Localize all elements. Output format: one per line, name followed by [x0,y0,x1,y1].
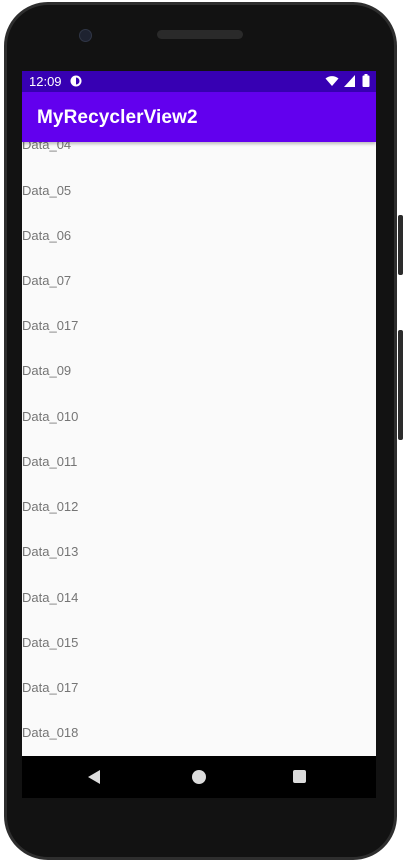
list-item[interactable]: Data_09 [22,363,376,408]
wifi-icon [325,76,339,86]
list-item[interactable]: Data_015 [22,635,376,680]
list-item-label: Data_05 [22,183,72,198]
recycler-list[interactable]: Data_04 Data_05 Data_06 Data_07 Data_017… [22,142,376,756]
list-item-label: Data_06 [22,228,72,243]
list-item-label: Data_017 [22,318,79,333]
list-item[interactable]: Data_010 [22,409,376,454]
app-bar: MyRecyclerView2 [22,92,376,142]
list-item[interactable]: Data_07 [22,273,376,318]
front-camera [79,29,92,42]
list-item[interactable]: Data_06 [22,228,376,273]
list-item-label: Data_011 [22,454,78,469]
list-item-label: Data_015 [22,635,79,650]
navigation-bar [22,756,376,798]
list-item[interactable]: Data_017 [22,680,376,725]
list-item-label: Data_010 [22,409,79,424]
list-item[interactable]: Data_012 [22,499,376,544]
list-item-label: Data_07 [22,273,72,288]
signal-icon [344,75,356,87]
list-item-label: Data_018 [22,725,79,740]
list-item[interactable]: Data_018 [22,725,376,756]
battery-icon [362,74,370,87]
list-item-label: Data_04 [22,142,72,152]
power-button [398,330,403,440]
list-item-label: Data_017 [22,680,79,695]
recents-square-icon[interactable] [293,770,306,783]
list-item-label: Data_014 [22,590,79,605]
list-item[interactable]: Data_05 [22,183,376,228]
phone-frame: 12:09 MyRecyclerView2 Data_04 Data_05 Da… [0,0,403,864]
list-item[interactable]: Data_011 [22,454,376,499]
device-screen: 12:09 MyRecyclerView2 Data_04 Data_05 Da… [22,71,376,756]
list-item-label: Data_09 [22,363,72,378]
status-bar: 12:09 [22,71,376,92]
home-circle-icon[interactable] [192,770,206,784]
back-triangle-icon[interactable] [88,770,100,784]
list-item[interactable]: Data_014 [22,590,376,635]
list-item-label: Data_013 [22,544,79,559]
circle-half-icon [70,75,82,87]
volume-button [398,215,403,275]
list-item-label: Data_012 [22,499,79,514]
list-item[interactable]: Data_013 [22,544,376,589]
list-item[interactable]: Data_017 [22,318,376,363]
status-time: 12:09 [29,74,62,89]
status-icons [325,74,370,89]
list-item[interactable]: Data_04 [22,142,376,182]
earpiece-speaker [157,30,243,39]
app-title: MyRecyclerView2 [37,107,198,128]
